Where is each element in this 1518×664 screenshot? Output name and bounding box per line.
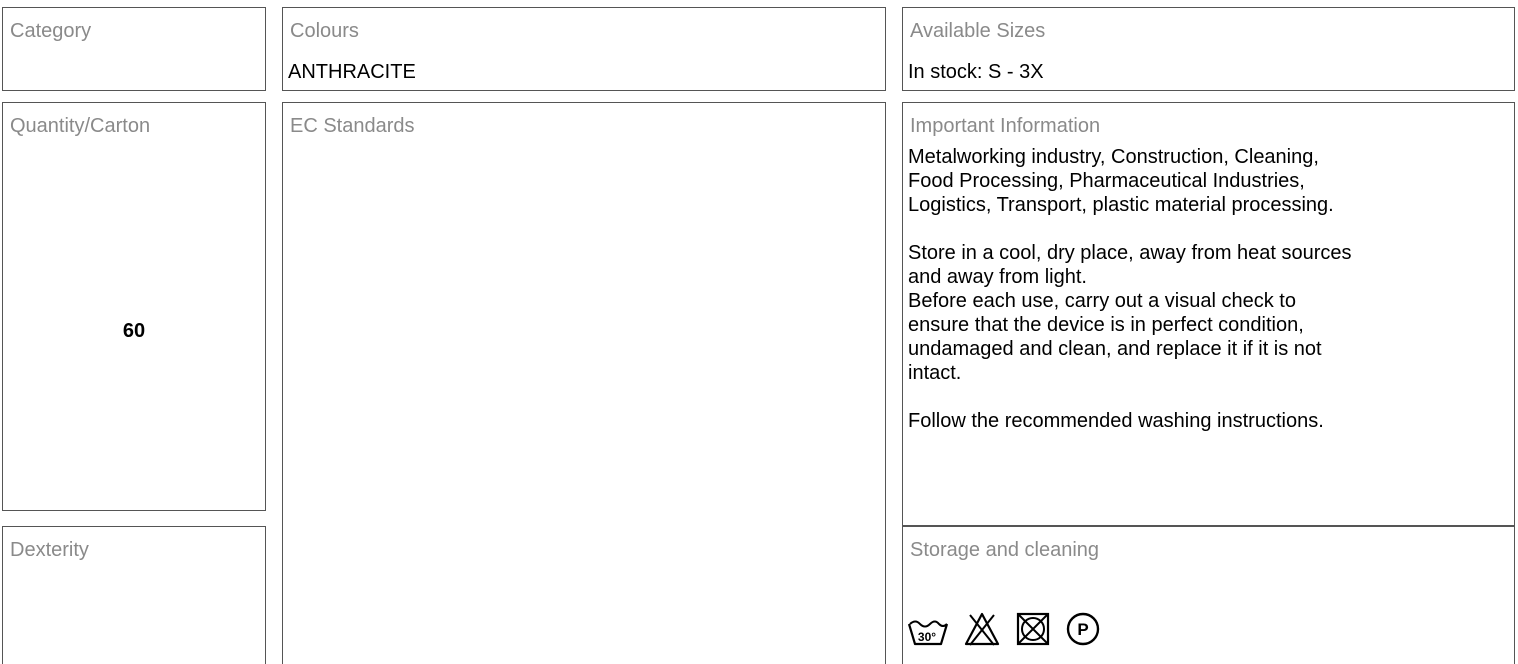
ec-standards-label: EC Standards [290,115,415,137]
important-information-label: Important Information [910,115,1101,137]
info-line: Follow the recommended washing instructi… [908,410,1324,432]
info-line: Food Processing, Pharmaceutical Industri… [908,170,1305,192]
info-line: Logistics, Transport, plastic material p… [908,194,1334,216]
professional-dry-clean-p-icon: P [1065,611,1101,647]
available-sizes-value: In stock: S - 3X [908,61,1044,83]
storage-cleaning-label: Storage and cleaning [910,539,1100,561]
info-line: ensure that the device is in perfect con… [908,314,1304,336]
info-line: Store in a cool, dry place, away from he… [908,242,1352,264]
info-line: and away from light. [908,266,1087,288]
do-not-bleach-icon [963,611,1001,647]
dexterity-box: Dexterity [2,526,266,664]
quantity-carton-label: Quantity/Carton [10,115,151,137]
dexterity-label: Dexterity [10,539,89,561]
dry-clean-letter: P [1077,620,1088,639]
info-line: Metalworking industry, Construction, Cle… [908,146,1319,168]
info-line: Before each use, carry out a visual chec… [908,290,1296,312]
care-icons: 30° P [907,611,1115,647]
storage-cleaning-box: Storage and cleaning 30° P [902,526,1515,664]
do-not-tumble-dry-icon [1015,611,1051,647]
ec-standards-box: EC Standards [282,102,886,664]
category-label: Category [10,20,92,42]
wash-30-icon: 30° [907,617,949,647]
info-line: intact. [908,362,962,384]
wash-temperature: 30° [918,630,936,644]
colours-box: Colours ANTHRACITE [282,7,886,91]
quantity-carton-value: 60 [122,320,146,342]
important-information-text: Metalworking industry, Construction, Cle… [908,145,1518,433]
available-sizes-box: Available Sizes In stock: S - 3X [902,7,1515,91]
info-line: undamaged and clean, and replace it if i… [908,338,1322,360]
available-sizes-label: Available Sizes [910,20,1046,42]
colours-value: ANTHRACITE [288,61,416,83]
category-box: Category [2,7,266,91]
colours-label: Colours [290,20,359,42]
important-information-box: Important Information Metalworking indus… [902,102,1515,526]
quantity-carton-box: Quantity/Carton 60 [2,102,266,511]
